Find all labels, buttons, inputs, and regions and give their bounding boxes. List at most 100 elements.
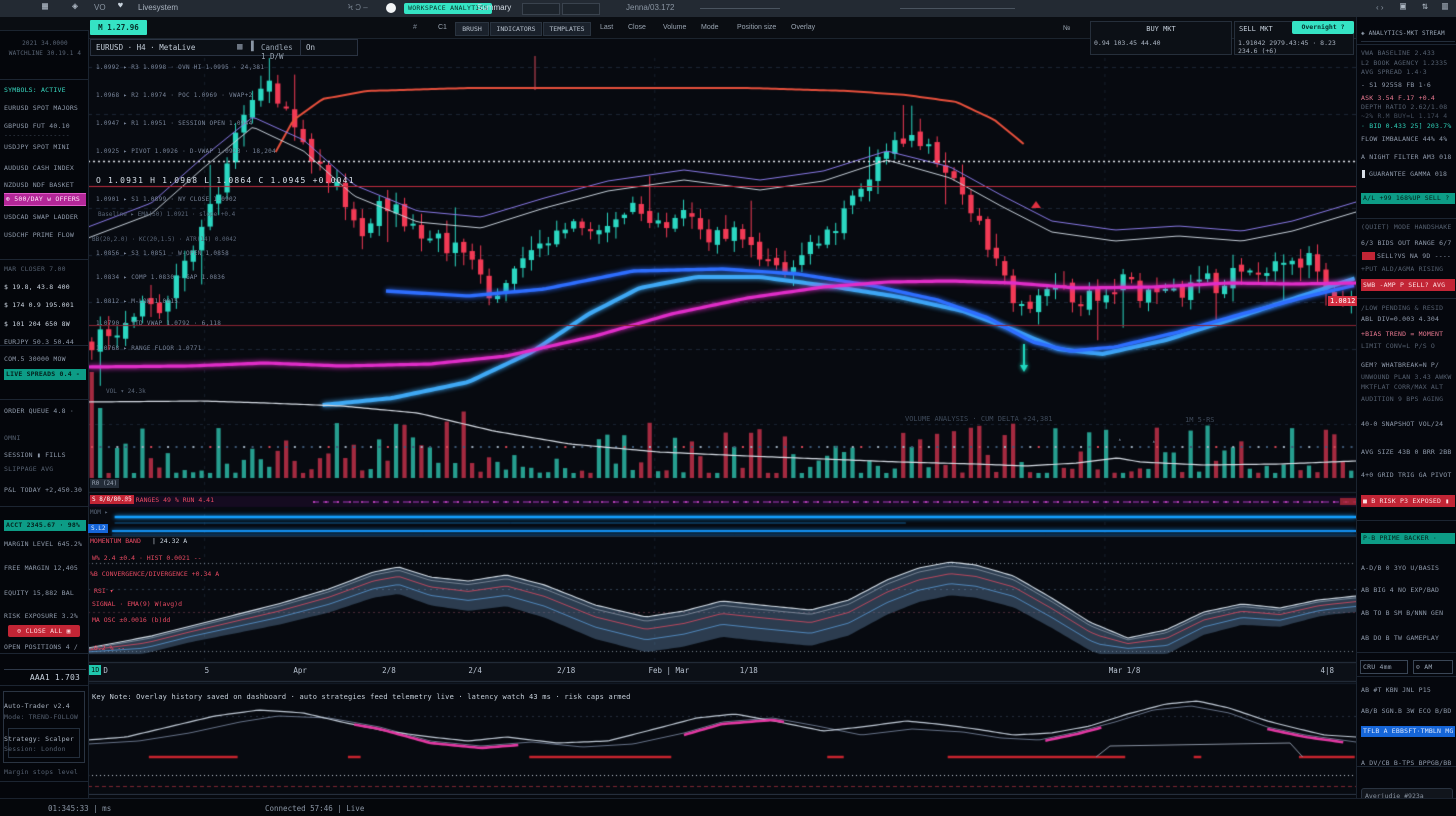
toolbar-slot[interactable] [562,3,600,15]
menu-item[interactable]: Last [600,24,613,31]
list-item[interactable]: Mode: TREND-FOLLOW [4,712,86,722]
menu-item[interactable]: Position size [737,24,776,31]
list-item[interactable]: AUDUSD CASH INDEX 40.88 [4,163,86,173]
list-item[interactable]: ■ B RISK P3 EXPOSED ▮ [1361,495,1455,507]
list-item[interactable]: AB/B SGN.B 3W ECO B/BD GEN [1361,706,1455,716]
list-item[interactable]: USDCAD SWAP LADDER 41.10 [4,212,86,222]
signal-icon[interactable]: ⇅ [1422,1,1428,12]
slider-track[interactable] [900,8,1015,9]
hash-icon[interactable]: # [413,24,417,31]
list-item[interactable]: EURUSD SPOT MAJORS 44.52 [4,103,86,113]
list-item[interactable]: ◈ ANALYTICS-MKT STREAM [1361,27,1455,42]
list-item[interactable]: MARGIN LEVEL 645.2% [4,539,86,549]
panel-icon[interactable]: ▥ [1442,1,1448,12]
list-item[interactable]: WATCHLINE 30.19.1 4 43.10 [4,49,86,59]
list-item[interactable]: AB TO B SM B/NNN GEN [1361,608,1455,618]
sync-icon[interactable]: Ϟ Ͻ ‒ [348,3,368,12]
list-item[interactable]: MAR CLOSER 7.00 [4,264,86,274]
overnight-button[interactable]: Overnight ? [1292,21,1354,34]
list-item[interactable]: LIVE SPREADS 0.4 - 1.2 [4,369,86,380]
buy-quote-box[interactable]: BUY MKT 0.94 103.45 44.40 [1090,21,1232,55]
c1-label[interactable]: C1 [438,24,447,31]
list-item[interactable]: P&L TODAY +2,450.30 [4,485,86,495]
toolbar-button[interactable]: BRUSH [455,22,489,36]
list-item[interactable]: - S1 92558 FB 1·6 ·40211 040 [1361,80,1455,90]
list-item[interactable]: P·B PRIME BACKER · PLAY · BR [1361,533,1455,544]
menu-item[interactable]: Close [628,24,646,31]
list-item[interactable]: AB #T KBN JNL P15 SCHBBL [1361,685,1455,695]
list-item[interactable]: FREE MARGIN 12,405 [4,563,86,573]
list-item[interactable]: AUDITION 9 BPS AGING USE [1361,394,1455,404]
list-item[interactable]: ⊙ AM [1413,660,1453,674]
symbol-quote-button[interactable]: M 1.27.96 [90,20,147,35]
list-item[interactable]: AVG SPREAD 1.4·3 40.73L 0.02 [1361,67,1455,77]
list-item[interactable]: ~2% R.M BUY=L 1.174 4 F [1361,111,1455,121]
list-item[interactable]: 2021 34.0000 [4,39,86,49]
list-item[interactable]: UNWOUND PLAN 3.43 AWKW [1361,372,1455,382]
list-item[interactable]: AVG SIZE 43B 0 BRR 2BB [1361,447,1455,457]
grid-icon[interactable]: ▦ [237,42,242,52]
list-item[interactable]: USDCHF PRIME FLOW 50.05 [4,230,86,240]
list-item[interactable]: /LOW PENDING & RESID AVG [1361,303,1455,313]
no-toggle[interactable]: № [1063,25,1071,32]
list-item[interactable]: TFLB A EBBSFT·TMBLN MG +B [1361,726,1455,737]
list-item[interactable]: SWB -AMP P SELL? AVG TA-B [1361,279,1455,291]
menu-item[interactable]: Mode [701,24,719,31]
list-item[interactable]: · BID 0.433 25] 203.7% 10 G [1361,121,1455,131]
list-item[interactable]: Margin stops level at 40kr ? [4,767,86,777]
list-item[interactable]: USDJPY SPOT MINI 43.03 [4,142,86,152]
list-item[interactable]: ⊖ CLOSE ALL ▣ [8,625,80,637]
list-item[interactable]: AAA1 1.703 [4,669,86,686]
list-item[interactable]: LIMIT CONV=L P/S O STOP/ALL [1361,341,1455,351]
list-item[interactable]: ABL DIV=0.003 4.304 PWNB [1361,314,1455,324]
list-item[interactable]: ⊕ 500/DAY w OFFERS 4 [4,193,86,206]
heart-icon[interactable]: ♥ [118,1,123,10]
list-item[interactable]: 40-0 SNAPSHOT VOL/24 PTE [1361,419,1455,429]
grid-icon[interactable]: ▦ [42,1,48,12]
list-item[interactable]: GEM? WHATBREAK=N P/ DARWIN [1361,360,1455,370]
toolbar-button[interactable]: TEMPLATES [543,22,591,36]
list-item[interactable]: 6/3 BIDS OUT RANGE 6/7 [1361,238,1455,248]
list-item[interactable]: AB BIG 4 NO EXP/BAD GEN [1361,585,1455,595]
list-item[interactable]: SYMBOLS: ACTIVE 50.45 [4,85,86,95]
list-item[interactable]: (QUIET) MODE HANDSHAKE [1361,222,1455,232]
price-chart-canvas[interactable] [88,54,1356,795]
list-item[interactable]: RISK EXPOSURE 3.2% [4,611,86,621]
list-item[interactable]: +BIAS TREND = MOMENT [1361,329,1455,339]
list-item[interactable]: SELL?VS NA 9D ---- [1361,251,1455,261]
list-item[interactable]: GUARANTEE GAMMA 018 [1361,169,1455,179]
summary-tab[interactable]: Summary [477,3,511,12]
list-item[interactable]: FLOW IMBALANCE 44% 4% 234 [1361,134,1455,144]
list-item[interactable]: CRU 4mm [1360,660,1408,674]
toolbar-slot[interactable] [522,3,560,15]
toolbar-button[interactable]: INDICATORS [490,22,542,36]
menu-item[interactable]: Volume [663,24,686,31]
list-item[interactable]: $ 101 204 650 8W [4,319,86,329]
list-item[interactable]: A-D/B 0 3YO U/BASIS 3YB [1361,563,1455,573]
list-item[interactable]: Strategy: Scalper 1m [4,734,86,744]
list-item[interactable]: A/L +99 168%UP SELL ? [1361,193,1455,204]
list-item[interactable]: $ 19.8, 43.8 400 900 [4,282,86,292]
list-item[interactable]: OMNI [4,433,86,443]
bracket-icon[interactable]: ‹ › [1376,3,1384,12]
list-item[interactable]: ACCT 2345.67 · 98% [4,520,86,531]
list-item[interactable]: ORDER QUEUE 4.8 · 56.8 [4,406,86,416]
list-item[interactable]: SESSION ▮ FILLS 400A [4,450,86,460]
list-item[interactable]: SLIPPAGE AVG 0.00012 [4,464,86,474]
list-item[interactable]: AB DO B TW GAMEPLAY DBL [1361,633,1455,643]
list-item[interactable]: +PUT ALD/AGMA RISING [1361,264,1455,274]
list-item[interactable]: Auto-Trader v2.4 [4,701,86,711]
list-item[interactable]: Session: London [4,744,86,754]
list-item[interactable]: VWA BASELINE 2.433 4844 [1361,48,1455,58]
vo-icon[interactable]: VO [94,3,106,12]
list-item[interactable]: OPEN POSITIONS 4 / 12 [4,642,86,652]
record-indicator[interactable] [386,3,396,13]
list-item[interactable]: ---------------- [4,130,86,140]
list-item[interactable]: A NIGHT FILTER AM3 018 [1361,152,1455,162]
capture-icon[interactable]: ▣ [1400,1,1406,12]
slider-track[interactable] [700,8,780,9]
list-item[interactable]: EQUITY 15,882 BAL [4,588,86,598]
menu-item[interactable]: Overlay [791,24,815,31]
list-item[interactable]: $ 174 0.9 195.001 [4,300,86,310]
list-item[interactable]: 4+0 GRID TRIG GA PIVOT 39B [1361,470,1455,480]
